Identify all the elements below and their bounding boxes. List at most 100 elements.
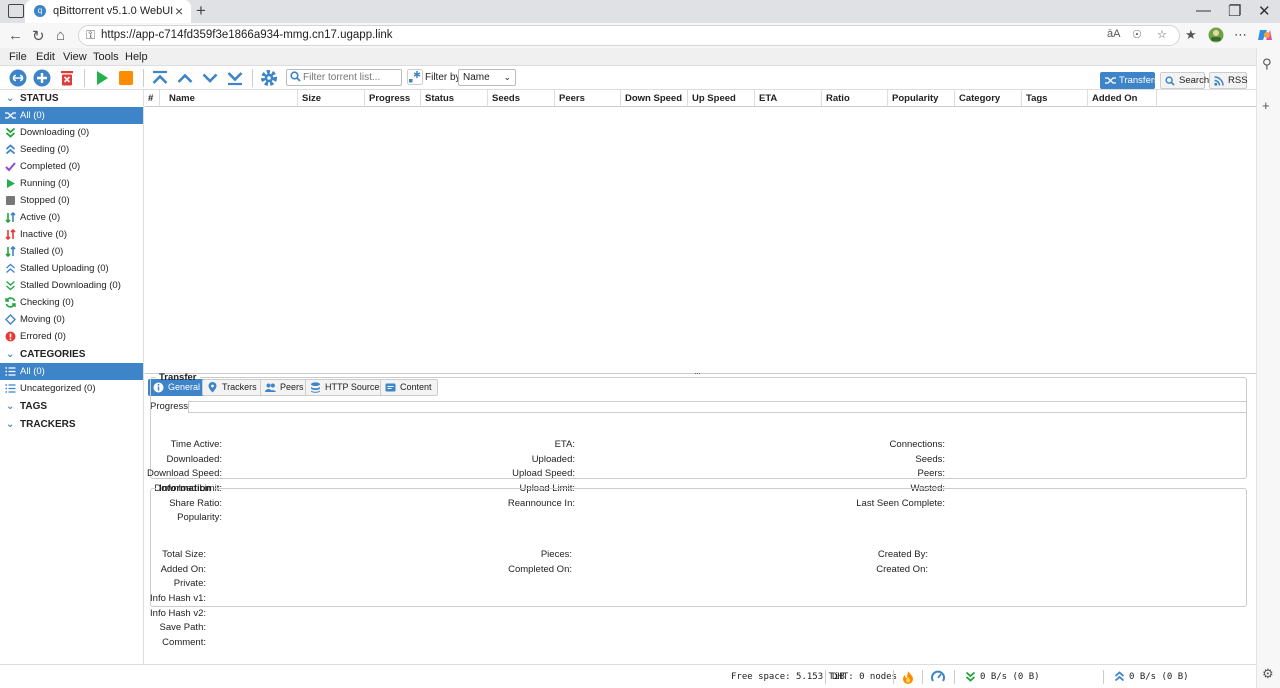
column-eta[interactable]: ETA [759,93,777,104]
add-torrent-file-icon[interactable] [33,69,51,87]
menu-view[interactable]: View [63,51,87,63]
favorite-star-icon[interactable]: ☆ [1157,28,1167,41]
column-popularity[interactable]: Popularity [892,93,938,104]
filter-torrent-input[interactable] [303,70,399,85]
move-bottom-icon[interactable] [226,69,244,87]
column-added-on[interactable]: Added On [1092,93,1137,104]
column-down-speed[interactable]: Down Speed [625,93,682,104]
url-text: https://app-c714fd359f3e1866a934-mmg.cn1… [101,29,393,41]
move-up-icon[interactable] [176,69,194,87]
column-status[interactable]: Status [425,93,454,104]
status-filter-stalled[interactable]: Stalled (0) [0,243,143,260]
tags-header[interactable]: ⌄ TAGS [0,398,144,415]
close-window-icon[interactable]: ✕ [1258,2,1271,20]
chevron-down-icon: ⌄ [6,93,15,104]
column-category[interactable]: Category [959,93,1000,104]
start-torrent-icon[interactable] [93,69,111,87]
menu-edit[interactable]: Edit [36,51,55,63]
trackers-header[interactable]: ⌄ TRACKERS [0,416,144,433]
categories-header[interactable]: ⌄ CATEGORIES [0,346,144,363]
back-icon[interactable]: ← [8,27,23,44]
status-filter-moving[interactable]: Moving (0) [0,311,143,328]
add-sidebar-icon[interactable]: + [1262,98,1270,113]
settings-more-icon[interactable]: ⋯ [1234,27,1247,43]
filter-torrent-input-box[interactable] [286,69,402,86]
close-tab-icon[interactable]: × [175,3,183,19]
torrent-list[interactable] [145,107,1256,373]
filter-by-value: Name [463,72,490,83]
column-ratio[interactable]: Ratio [826,93,850,104]
status-filter-errored[interactable]: Errored (0) [0,328,143,345]
toolbar: Filter by: Name ⌄ [0,66,1256,90]
delete-torrent-icon[interactable] [58,69,76,87]
status-filter-running[interactable]: Running (0) [0,175,143,192]
profile-avatar[interactable] [1208,27,1224,46]
menu-help[interactable]: Help [125,51,148,63]
refresh-icon[interactable]: ↻ [32,27,45,45]
menu-file[interactable]: File [9,51,27,63]
gear-icon[interactable]: ⚙ [1262,666,1274,682]
information-section: Information [150,483,1247,607]
more-options-icon[interactable]: ☉ [1132,28,1142,41]
transfers-view-button[interactable]: Transfers [1100,72,1159,89]
download-speed-text: 0 B/s (0 B) [980,672,1040,682]
status-filter-checking[interactable]: Checking (0) [0,294,143,311]
copilot-icon[interactable] [1257,27,1273,46]
tab-actions-icon[interactable] [8,4,24,18]
category-filter-all[interactable]: All (0) [0,363,143,380]
status-filter-stopped[interactable]: Stopped (0) [0,192,143,209]
created-on-label: Created On: [876,564,928,575]
url-field[interactable]: ⚿ https://app-c714fd359f3e1866a934-mmg.c… [78,25,1180,46]
upload-speed-icon [1114,671,1125,682]
column-progress[interactable]: Progress [369,93,410,104]
stop-torrent-icon[interactable] [117,69,135,87]
column-name[interactable]: Name [169,93,195,104]
column-peers[interactable]: Peers [559,93,585,104]
upload-speed-label: Upload Speed: [512,468,575,479]
status-filter-active[interactable]: Active (0) [0,209,143,226]
minimize-icon[interactable]: — [1196,2,1211,19]
stopped-icon [6,196,15,205]
status-filter-seeding[interactable]: Seeding (0) [0,141,143,158]
menu-tools[interactable]: Tools [93,51,119,63]
column-index[interactable]: # [148,93,153,104]
category-filter-uncategorized[interactable]: Uncategorized (0) [0,380,143,397]
status-filter-stalled-uploading[interactable]: Stalled Uploading (0) [0,260,143,277]
regex-toggle-icon[interactable] [407,69,423,85]
search-view-button[interactable]: Search [1160,72,1209,89]
dht-nodes-text: DHT: 0 nodes [832,672,898,682]
comment-label: Comment: [162,637,206,648]
restore-icon[interactable]: ❐ [1228,2,1241,20]
search-icon[interactable]: ⚲ [1262,56,1272,72]
seeds-label: Seeds: [915,454,945,465]
column-seeds[interactable]: Seeds [492,93,520,104]
filter-by-select[interactable]: Name ⌄ [458,69,516,86]
move-top-icon[interactable] [151,69,169,87]
firewall-flame-icon[interactable] [902,670,914,684]
site-info-icon[interactable]: ⚿ [86,28,95,43]
read-aloud-icon[interactable]: āA [1107,28,1120,40]
information-legend: Information [159,483,212,494]
add-torrent-link-icon[interactable] [9,69,27,87]
browser-tab[interactable]: q qBittorrent v5.1.0 WebUI × [25,0,191,23]
options-gear-icon[interactable] [260,69,278,87]
column-tags[interactable]: Tags [1026,93,1047,104]
status-filter-all[interactable]: All (0) [0,107,143,124]
inactive-icon [5,229,16,240]
speed-limit-icon[interactable] [931,670,945,684]
qbittorrent-favicon-icon: q [34,5,46,17]
status-filter-stalled-downloading[interactable]: Stalled Downloading (0) [0,277,143,294]
status-filter-completed[interactable]: Completed (0) [0,158,143,175]
column-up-speed[interactable]: Up Speed [692,93,736,104]
peers-label: Peers: [917,468,945,479]
rss-view-button[interactable]: RSS [1209,72,1248,89]
status-header[interactable]: ⌄ STATUS [0,90,144,107]
status-filter-downloading[interactable]: Downloading (0) [0,124,143,141]
favorites-icon[interactable]: ★ [1185,27,1197,43]
info-hash-v1-label: Info Hash v1: [150,593,206,604]
column-size[interactable]: Size [302,93,321,104]
new-tab-button[interactable]: + [196,1,206,21]
move-down-icon[interactable] [201,69,219,87]
status-filter-inactive[interactable]: Inactive (0) [0,226,143,243]
home-icon[interactable]: ⌂ [56,27,65,44]
